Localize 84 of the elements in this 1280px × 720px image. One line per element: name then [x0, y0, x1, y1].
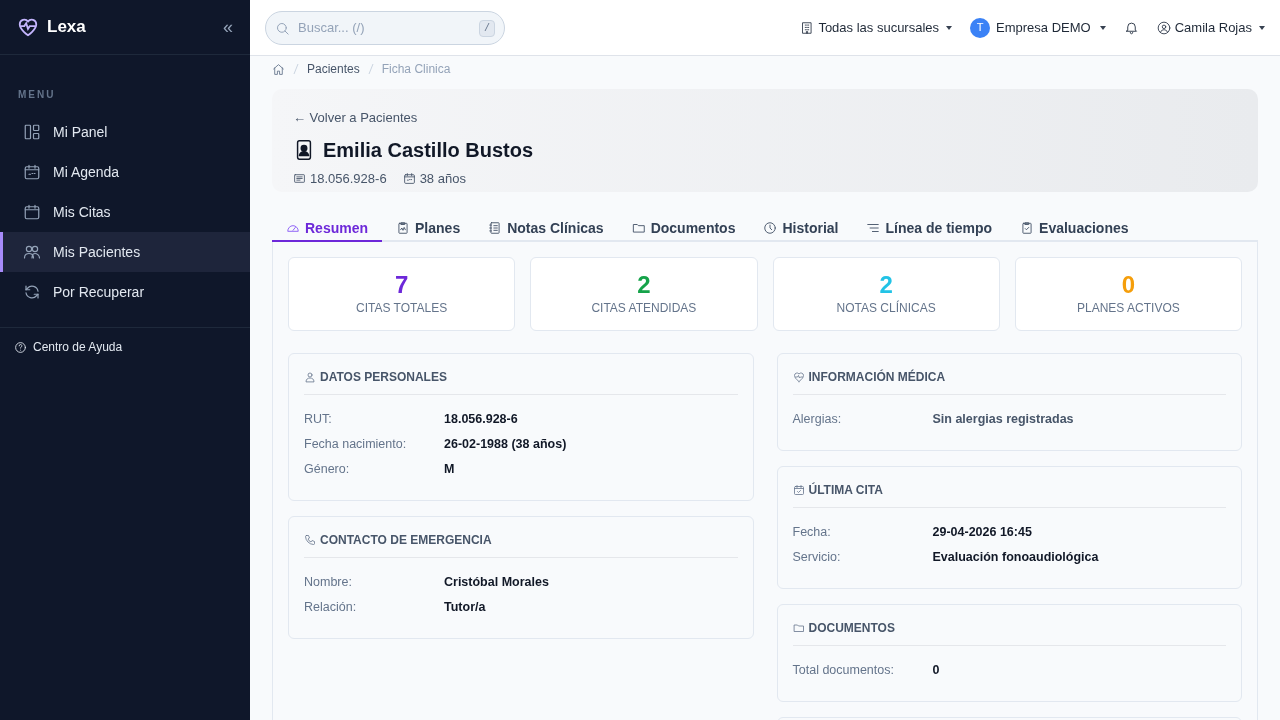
heart-pulse-icon [792, 371, 805, 383]
field-value: M [444, 461, 455, 478]
sidebar-item[interactable]: Por Recuperar [0, 272, 250, 312]
refresh-icon [23, 283, 41, 301]
home-icon[interactable] [272, 62, 285, 76]
user-icon [1156, 20, 1171, 35]
field-value: 18.056.928-6 [444, 411, 518, 428]
slash-icon [293, 63, 299, 75]
patient-age: 38 años [419, 170, 466, 188]
company-avatar: T [970, 17, 991, 38]
stat-label: NOTAS CLÍNICAS [836, 299, 936, 317]
bell-icon[interactable] [1123, 20, 1139, 35]
calendar-icon [23, 203, 41, 221]
user-icon [304, 371, 316, 383]
users-icon [23, 243, 41, 261]
stat-value: 2 [637, 271, 651, 299]
tab[interactable]: Resumen [272, 216, 383, 242]
stat-label: CITAS TOTALES [356, 300, 448, 317]
folder-icon [792, 622, 805, 634]
back-link[interactable]: ← Volver a Pacientes [293, 110, 418, 125]
brand-name: Lexa [47, 16, 86, 39]
field-label: Fecha: [792, 524, 832, 541]
field-value: Evaluación fonoaudiológica [932, 549, 1099, 566]
tab[interactable]: Evaluaciones [1006, 216, 1143, 242]
building-icon [800, 20, 815, 35]
slash-icon [367, 63, 374, 75]
field-label: Fecha nacimiento: [304, 436, 408, 453]
patient-name: Emilia Castillo Bustos [323, 138, 534, 163]
field-label: Total documentos: [792, 662, 895, 679]
stat-value: 0 [1121, 271, 1136, 299]
stat-label: PLANES ACTIVOS [1077, 300, 1180, 317]
card-title: ÚLTIMA CITA [808, 481, 883, 499]
stat-label: CITAS ATENDIDAS [591, 300, 697, 317]
lines-icon [866, 221, 881, 235]
calendar-icon [402, 172, 416, 186]
id-card-icon [293, 172, 306, 186]
field-label: Género: [304, 461, 351, 478]
breadcrumb-item: Ficha Clinica [381, 61, 451, 78]
calendar-check-icon [792, 484, 805, 496]
sidebar-item[interactable]: Mis Pacientes [0, 232, 250, 272]
field-value: 0 [932, 662, 940, 679]
sidebar-item[interactable]: Mi Agenda [0, 152, 250, 192]
tab[interactable]: Documentos [617, 216, 750, 242]
tab[interactable]: Línea de tiempo [852, 216, 1007, 242]
search-icon [275, 20, 290, 36]
clock-icon [763, 221, 778, 235]
field-value: 26-02-1988 (38 años) [444, 436, 567, 453]
clipboard-check-icon [1020, 221, 1035, 235]
branch-dropdown[interactable]: Todas las sucursales [800, 17, 953, 38]
notebook-icon [488, 221, 503, 235]
user-menu[interactable]: Camila Rojas [1156, 17, 1265, 38]
field-label: Relación: [304, 599, 358, 616]
sidebar-item[interactable]: Mi Panel [0, 112, 250, 152]
card-title: DATOS PERSONALES [320, 369, 447, 386]
tab[interactable]: Planes [382, 216, 475, 242]
patient-rut: 18.056.928-6 [310, 170, 387, 188]
field-label: Nombre: [304, 574, 353, 591]
help-link[interactable]: Centro de Ayuda [14, 338, 236, 356]
breadcrumb-item[interactable]: Pacientes [307, 60, 360, 78]
heart-pulse-icon [17, 16, 39, 38]
tab[interactable]: Historial [749, 216, 853, 242]
section-label: MENU [17, 88, 57, 102]
stat-value: 2 [879, 271, 893, 299]
phone-icon [304, 534, 316, 546]
card-title: DOCUMENTOS [808, 620, 895, 637]
field-value: Sin alergias registradas [932, 411, 1074, 428]
company-dropdown[interactable]: T Empresa DEMO [970, 17, 1106, 38]
field-value: Cristóbal Morales [444, 574, 549, 591]
card-title: INFORMACIÓN MÉDICA [808, 368, 946, 386]
tab[interactable]: Notas Clínicas [474, 216, 618, 242]
folder-icon [631, 221, 646, 235]
collapse-button[interactable]: « [223, 18, 233, 36]
sidebar-item[interactable]: Mis Citas [0, 192, 250, 232]
stat-value: 7 [394, 271, 409, 299]
calendar-icon [23, 163, 41, 181]
field-value: 29-04-2026 16:45 [932, 524, 1032, 541]
field-label: Servicio: [792, 549, 842, 566]
field-label: RUT: [304, 411, 333, 428]
field-value: Tutor/a [444, 599, 486, 616]
card-title: CONTACTO DE EMERGENCIA [320, 532, 492, 549]
help-icon [14, 340, 27, 354]
layout-icon [23, 123, 41, 141]
clipboard-icon [396, 221, 411, 235]
field-label: Alergias: [792, 411, 843, 428]
